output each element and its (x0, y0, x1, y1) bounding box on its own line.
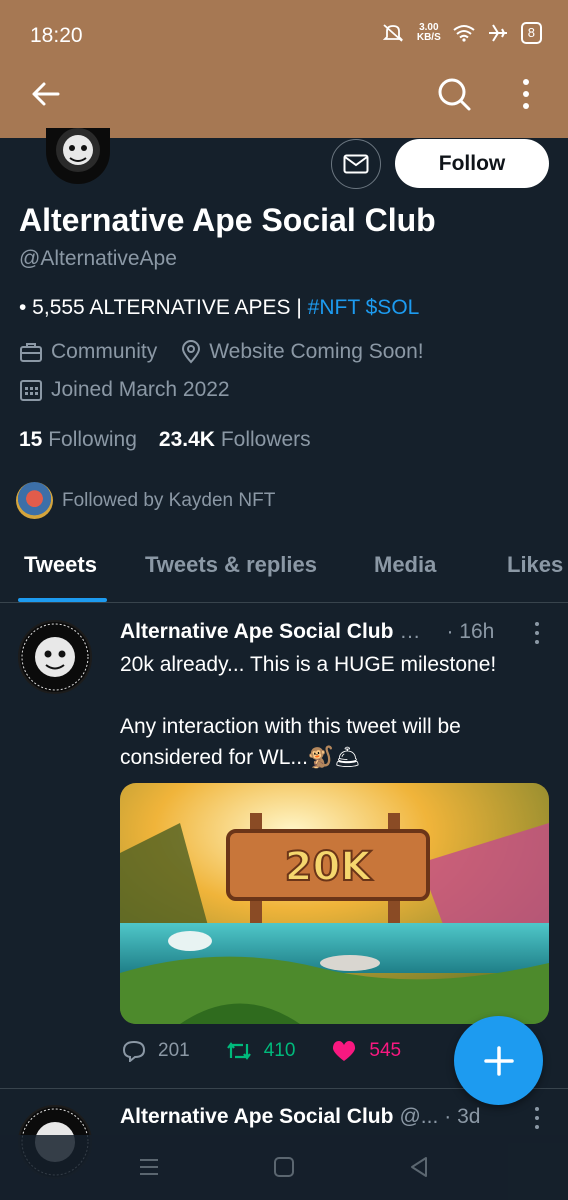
tab-likes[interactable]: Likes (507, 552, 563, 578)
compose-tweet-button[interactable] (454, 1016, 543, 1105)
media-sign-text: 20K (285, 844, 374, 890)
like-button[interactable]: 545 (331, 1040, 401, 1062)
reply-button[interactable]: 201 (122, 1040, 190, 1062)
retweet-icon (226, 1042, 251, 1060)
status-time: 18:20 (30, 24, 83, 47)
system-navigation-bar (0, 1135, 568, 1200)
heart-icon (333, 1041, 356, 1061)
tweet-actions: 201 410 545 (122, 1040, 437, 1062)
tweet-time: · 3d (444, 1105, 481, 1128)
tab-media[interactable]: Media (374, 552, 436, 578)
profile-joined: Joined March 2022 (51, 378, 230, 401)
calendar-icon (20, 380, 42, 401)
more-vertical-icon[interactable] (516, 76, 536, 112)
mute-vibrate-icon (382, 24, 404, 42)
profile-category: Community (51, 340, 158, 363)
tweet-header: Alternative Ape Social Club … · 16h (120, 620, 494, 644)
profile-joined-row: Joined March 2022 (19, 378, 230, 402)
profile-handle: @AlternativeApe (19, 247, 177, 270)
airplane-icon (488, 24, 507, 42)
tweet-author-handle: @... (399, 1105, 439, 1128)
tweet-header: Alternative Ape Social Club @... · 3d (120, 1105, 480, 1129)
profile-name: Alternative Ape Social Club (19, 202, 436, 238)
active-tab-indicator (18, 598, 107, 602)
tweet-more-icon[interactable] (533, 1106, 541, 1130)
mail-icon (343, 154, 369, 174)
reply-icon (122, 1040, 146, 1062)
profile-bio: • 5,555 ALTERNATIVE APES | #NFT $SOL (19, 296, 420, 319)
tweet-author-handle: … (399, 620, 421, 643)
retweet-button[interactable]: 410 (226, 1040, 295, 1062)
tweet-more-icon[interactable] (533, 621, 541, 645)
follower-avatar (16, 482, 53, 519)
profile-location: Website Coming Soon! (209, 340, 424, 363)
profile-meta-row: Community Website Coming Soon! (19, 340, 424, 364)
location-icon (182, 340, 201, 364)
app-bar: 18:20 3.00 KB/S 8 (0, 0, 568, 138)
followers-link[interactable]: 23.4K Followers (159, 428, 311, 451)
tweet-avatar[interactable] (18, 620, 92, 694)
tweet-text: 20k already... This is a HUGE milestone!… (120, 653, 497, 769)
menu-icon[interactable] (137, 1155, 161, 1179)
search-icon[interactable] (436, 76, 472, 112)
bio-hashtag-link[interactable]: #NFT $SOL (308, 296, 420, 319)
following-link[interactable]: 15 Following (19, 428, 137, 451)
follow-button[interactable]: Follow (395, 139, 549, 188)
tab-tweets[interactable]: Tweets (24, 552, 97, 578)
home-square-icon[interactable] (272, 1155, 296, 1179)
follow-counts: 15 Following 23.4K Followers (19, 428, 311, 452)
net-speed: 3.00 KB/S (416, 22, 441, 43)
plus-icon (483, 1045, 514, 1076)
back-triangle-icon[interactable] (407, 1155, 431, 1179)
back-arrow-icon[interactable] (28, 76, 64, 112)
status-icons: 3.00 KB/S 8 (381, 22, 542, 44)
tweet-time: · 16h (446, 620, 495, 643)
profile-avatar[interactable] (46, 128, 110, 184)
message-button[interactable] (331, 139, 381, 189)
followed-by[interactable]: Followed by Kayden NFT (16, 482, 275, 519)
briefcase-icon (20, 343, 42, 362)
tab-tweets-replies[interactable]: Tweets & replies (145, 552, 317, 578)
tweet-author-name[interactable]: Alternative Ape Social Club (120, 620, 393, 644)
battery-indicator: 8 (520, 22, 542, 44)
profile-tabs: Tweets Tweets & replies Media Likes (0, 540, 568, 603)
tweet-author-name[interactable]: Alternative Ape Social Club (120, 1105, 393, 1129)
tweet-media-image[interactable]: 20K (120, 783, 549, 1024)
wifi-icon (453, 25, 475, 42)
